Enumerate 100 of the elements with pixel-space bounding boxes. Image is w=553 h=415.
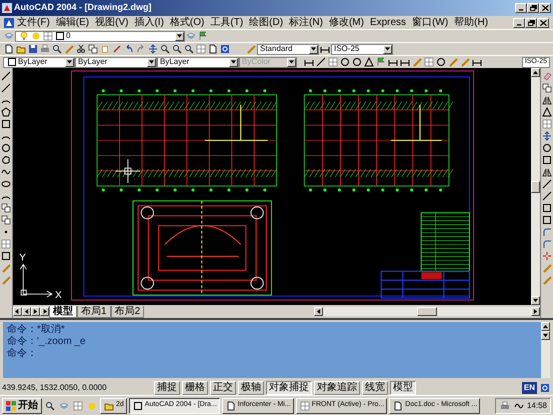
layer-dropdown[interactable]: 0 [15, 30, 185, 42]
scroll-right-button[interactable] [531, 307, 540, 316]
status-toggle[interactable]: 线宽 [362, 380, 388, 394]
eraser-icon[interactable] [542, 71, 552, 81]
magnifier-icon[interactable] [52, 44, 62, 54]
square-icon[interactable] [542, 215, 552, 225]
menu-item[interactable]: 视图(V) [92, 16, 132, 29]
magnifier-icon[interactable] [172, 44, 182, 54]
menu-item[interactable]: 修改(M) [326, 16, 367, 29]
minimize-button[interactable] [515, 3, 527, 13]
scroll-up-button[interactable] [531, 68, 540, 77]
line-icon[interactable] [1, 71, 11, 81]
floppy-icon[interactable] [28, 44, 38, 54]
page-icon[interactable] [4, 44, 14, 54]
start-button[interactable]: 开始 [2, 398, 42, 414]
grid-icon[interactable] [542, 119, 552, 129]
status-toggle[interactable]: 模型 [390, 380, 416, 394]
layers-icon[interactable] [59, 400, 69, 410]
menu-item[interactable]: 格式(O) [166, 16, 208, 29]
menu-item[interactable]: 编辑(E) [52, 16, 92, 29]
menu-item[interactable]: 工具(T) [207, 16, 246, 29]
printer-icon[interactable] [40, 44, 50, 54]
layout-tab[interactable]: 模型 [49, 306, 77, 318]
menu-item[interactable]: 帮助(H) [451, 16, 492, 29]
square-icon[interactable] [542, 155, 552, 165]
horizontal-scrollbar[interactable] [314, 307, 540, 316]
folder-icon[interactable] [16, 44, 26, 54]
menu-item[interactable]: 标注(N) [286, 16, 326, 29]
mirror-icon[interactable] [542, 167, 552, 177]
dimension-icon[interactable] [400, 57, 410, 67]
scroll-thumb[interactable] [417, 307, 438, 316]
menu-item[interactable]: 文件(F) [14, 16, 53, 29]
magnifier-icon[interactable] [45, 400, 55, 410]
ellipse-icon[interactable] [1, 179, 11, 189]
dimension-icon[interactable] [472, 57, 482, 67]
line-icon[interactable] [316, 57, 326, 67]
scroll-down-button[interactable] [541, 331, 550, 340]
ime-indicator[interactable]: EN [522, 382, 537, 394]
triangle-icon[interactable] [542, 107, 552, 117]
explode-icon[interactable] [542, 251, 552, 261]
circle-icon[interactable] [1, 143, 11, 153]
layout-tab[interactable]: 布局1 [77, 306, 111, 318]
dropdown-button[interactable] [383, 44, 392, 54]
restore-button[interactable] [527, 3, 539, 13]
square-icon[interactable] [1, 251, 11, 261]
status-toggle[interactable]: 对象追踪 [314, 380, 360, 394]
page-icon[interactable] [208, 44, 218, 54]
circle-icon[interactable] [340, 57, 350, 67]
line-icon[interactable] [1, 83, 11, 93]
printer-icon[interactable] [500, 400, 510, 410]
vertical-scrollbar[interactable] [541, 322, 550, 378]
flag-icon[interactable] [198, 31, 208, 41]
drawing-canvas[interactable]: X Y [13, 68, 531, 305]
triangle-icon[interactable] [364, 57, 374, 67]
magnifier-icon[interactable] [160, 44, 170, 54]
linetype-dropdown[interactable]: ByLayer [75, 56, 157, 68]
circle-icon[interactable] [542, 143, 552, 153]
color-dropdown[interactable]: ByLayer [3, 56, 75, 68]
undo-icon[interactable] [124, 44, 134, 54]
status-toggle[interactable]: 正交 [210, 380, 236, 394]
scroll-up-button[interactable] [541, 322, 550, 331]
status-toggle[interactable]: 栅格 [182, 380, 208, 394]
copy-icon[interactable] [88, 44, 98, 54]
wave-icon[interactable] [1, 167, 11, 177]
dimension-icon[interactable] [304, 57, 314, 67]
dimension-icon[interactable] [320, 44, 330, 54]
grid-icon[interactable] [1, 239, 11, 249]
line-icon[interactable] [542, 191, 552, 201]
brush-icon[interactable] [112, 44, 122, 54]
text-style-dropdown[interactable]: Standard [257, 44, 319, 54]
magnifier-icon[interactable] [184, 44, 194, 54]
wave-icon[interactable] [514, 400, 524, 410]
dimension-style-dropdown[interactable]: ISO-25 [331, 44, 393, 54]
vertical-scrollbar[interactable] [531, 68, 540, 305]
status-toggle[interactable]: 对象捕捉 [266, 380, 312, 394]
tab-nav-button[interactable] [13, 307, 22, 316]
menu-item[interactable]: Express [366, 16, 410, 29]
tab-nav-button[interactable] [31, 307, 40, 316]
document-icon[interactable] [4, 18, 14, 28]
tab-nav-button[interactable] [40, 307, 49, 316]
dropdown-button[interactable] [147, 58, 156, 66]
menu-item[interactable]: 插入(I) [131, 16, 167, 29]
layout-tab[interactable]: 布局2 [110, 306, 144, 318]
mirror-icon[interactable] [542, 95, 552, 105]
dropdown-button[interactable] [65, 58, 74, 66]
move-icon[interactable] [542, 131, 552, 141]
grid-icon[interactable] [196, 44, 206, 54]
grid-icon[interactable] [73, 400, 83, 410]
scroll-thumb[interactable] [531, 180, 540, 192]
cloud-icon[interactable] [1, 155, 11, 165]
close-button[interactable] [539, 3, 551, 13]
command-window[interactable]: 命令：*取消* 命令：'_.zoom _e 命令： [3, 322, 541, 378]
menu-item[interactable]: 绘图(D) [246, 16, 286, 29]
scroll-down-button[interactable] [531, 296, 540, 305]
grid-icon[interactable] [328, 57, 338, 67]
dropdown-button[interactable] [175, 32, 184, 40]
flag-icon[interactable] [376, 57, 386, 67]
status-toggle[interactable]: 捕捉 [154, 380, 180, 394]
minimize-button[interactable] [513, 18, 525, 28]
status-toggle[interactable]: 极轴 [238, 380, 264, 394]
